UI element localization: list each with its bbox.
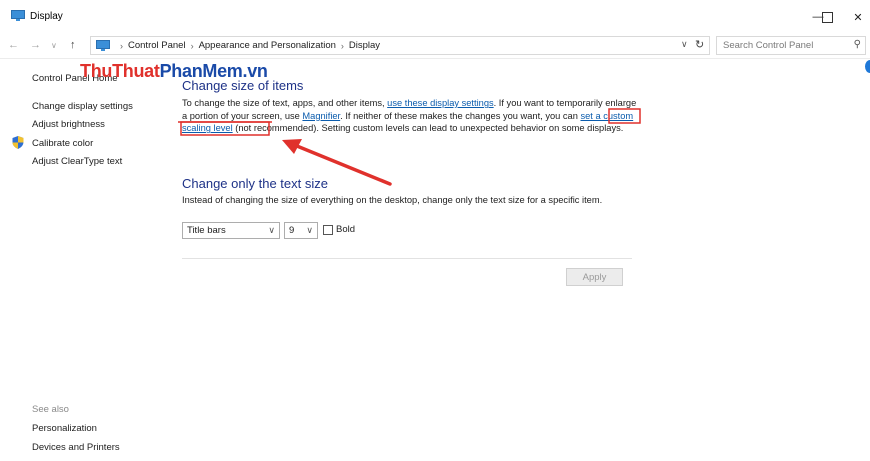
annotation-box-bottom bbox=[180, 121, 270, 136]
annotation-overlay bbox=[178, 108, 641, 186]
annotation-box-top bbox=[608, 108, 641, 124]
annotation-arrow-shaft bbox=[290, 142, 392, 186]
